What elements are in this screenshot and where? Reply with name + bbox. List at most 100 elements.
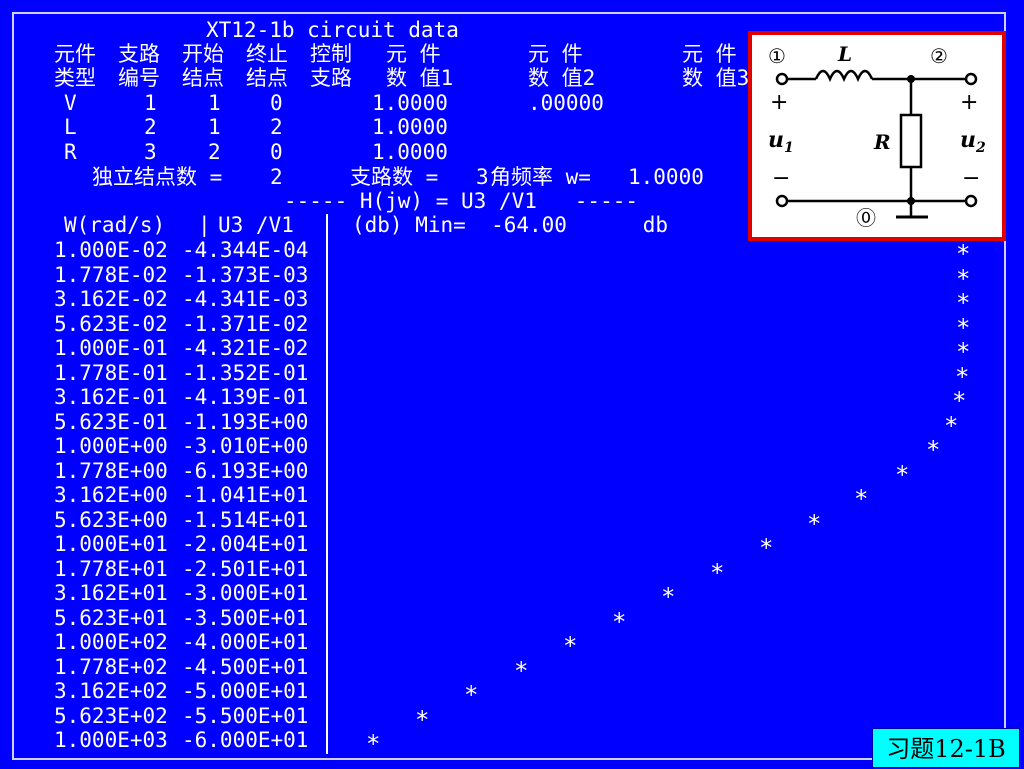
table-cell-frequency: 5.623E-01 xyxy=(54,409,168,434)
table-cell-frequency: 3.162E+02 xyxy=(54,679,168,703)
nodes-label: 独立结点数 = xyxy=(92,165,223,189)
table-cell-frequency: 1.000E+00 xyxy=(54,434,168,458)
table-cell-frequency: 5.623E+02 xyxy=(54,703,168,728)
freq-label: 角频率 w= xyxy=(490,165,591,189)
element-type: R xyxy=(64,140,77,164)
header-cell: 类型 xyxy=(54,66,96,90)
table-cell-gain: -4.321E-02 xyxy=(182,336,309,360)
plot-point: * xyxy=(956,240,971,268)
node-2-label: ② xyxy=(930,44,948,68)
nodes-value: 2 xyxy=(270,165,283,189)
table-cell-frequency: 1.000E+02 xyxy=(54,630,168,654)
element-value1: 1.0000 xyxy=(372,115,448,139)
plot-point: * xyxy=(926,436,941,464)
table-cell-frequency: 3.162E+01 xyxy=(54,581,168,605)
terminal-1-circle xyxy=(775,72,789,86)
u1-minus: − xyxy=(772,166,790,191)
element-type: L xyxy=(64,115,77,139)
transfer-title: ----- H(jw) = U3 /V1 ----- xyxy=(284,189,639,213)
inductor-symbol xyxy=(814,69,874,83)
table-cell-frequency: 1.778E+01 xyxy=(54,556,168,581)
terminal-1b-circle xyxy=(775,194,789,208)
table-cell-gain: -3.010E+00 xyxy=(182,434,309,458)
plot-point: * xyxy=(854,485,869,513)
plot-point: * xyxy=(563,632,578,660)
element-type: V xyxy=(64,91,77,115)
branches-label: 支路数 = xyxy=(350,165,439,189)
plot-axis-line xyxy=(326,214,328,754)
header-cell: 结点 xyxy=(246,66,288,90)
table-cell-gain: -1.041E+01 xyxy=(182,483,309,507)
plot-point: * xyxy=(464,681,479,709)
element-start: 1 xyxy=(208,91,221,115)
plot-point: * xyxy=(952,387,967,415)
table-cell-gain: -5.500E+01 xyxy=(182,703,309,728)
table-cell-gain: -4.341E-03 xyxy=(182,287,309,311)
u2-label: u2 xyxy=(960,127,986,156)
table-cell-gain: -6.193E+00 xyxy=(182,458,309,483)
header-cell: 支路 xyxy=(118,42,160,66)
node-0-label: ⓪ xyxy=(856,206,876,230)
table-cell-frequency: 1.000E+03 xyxy=(54,728,168,752)
element-end: 0 xyxy=(270,91,283,115)
header-cell: 数 值1 xyxy=(386,66,454,90)
table-cell-gain: -6.000E+01 xyxy=(182,728,309,752)
u2-plus: + xyxy=(960,90,978,115)
header-cell: 元 件 xyxy=(386,42,441,66)
header-cell: 数 值2 xyxy=(528,66,596,90)
element-branch: 1 xyxy=(144,91,157,115)
h-column-header: U3 /V1 xyxy=(218,213,294,237)
element-value1: 1.0000 xyxy=(372,91,448,115)
table-cell-frequency: 1.778E-01 xyxy=(54,360,168,385)
circuit-svg: ① L ② + + u1 u2 R − − ⓪ xyxy=(768,42,986,230)
table-cell-gain: -3.000E+01 xyxy=(182,581,309,605)
header-cell: 终止 xyxy=(246,42,288,66)
header-cell: 数 值3 xyxy=(682,66,750,90)
table-cell-gain: -1.352E-01 xyxy=(182,360,309,385)
element-end: 2 xyxy=(270,115,283,139)
inductor-label: L xyxy=(837,42,852,66)
plot-point: * xyxy=(366,730,381,758)
table-cell-gain: -1.514E+01 xyxy=(182,507,309,532)
divider-mark: | xyxy=(198,213,211,237)
plot-point: * xyxy=(895,460,910,489)
db-range-text: (db) Min= -64.00 db Ma xyxy=(352,213,782,237)
table-cell-gain: -4.139E-01 xyxy=(182,385,309,409)
table-cell-frequency: 3.162E-02 xyxy=(54,287,168,311)
table-cell-gain: -5.000E+01 xyxy=(182,679,309,703)
element-branch: 2 xyxy=(144,115,157,139)
table-cell-gain: -1.371E-02 xyxy=(182,311,309,336)
header-cell: 元件 xyxy=(54,42,96,66)
terminal-2-circle xyxy=(964,72,978,86)
table-cell-frequency: 3.162E+00 xyxy=(54,483,168,507)
plot-point: * xyxy=(955,362,970,391)
header-cell: 元 件 xyxy=(528,42,583,66)
plot-point: * xyxy=(710,558,725,587)
element-branch: 3 xyxy=(144,140,157,164)
table-cell-gain: -4.344E-04 xyxy=(182,238,309,262)
table-cell-frequency: 1.000E+01 xyxy=(54,532,168,556)
table-cell-gain: -4.500E+01 xyxy=(182,654,309,679)
u1-label: u1 xyxy=(768,127,794,156)
element-end: 0 xyxy=(270,140,283,164)
header-cell: 支路 xyxy=(310,66,352,90)
table-cell-frequency: 1.778E-02 xyxy=(54,262,168,287)
table-cell-frequency: 1.778E+02 xyxy=(54,654,168,679)
terminal-2b-circle xyxy=(964,194,978,208)
element-start: 2 xyxy=(208,140,221,164)
page-title: XT12-1b circuit data xyxy=(206,18,459,42)
element-value1: 1.0000 xyxy=(372,140,448,164)
plot-point: * xyxy=(956,264,971,293)
plot-point: * xyxy=(612,607,627,636)
table-cell-gain: -2.501E+01 xyxy=(182,556,309,581)
node-1-label: ① xyxy=(768,44,786,68)
table-cell-gain: -2.004E+01 xyxy=(182,532,309,556)
plot-point: * xyxy=(956,338,971,366)
plot-point: * xyxy=(956,313,971,342)
plot-point: * xyxy=(415,705,430,734)
plot-point: * xyxy=(514,656,529,685)
circuit-diagram: ① L ② + + u1 u2 R − − ⓪ xyxy=(748,31,1006,241)
header-cell: 元 件 xyxy=(682,42,737,66)
plot-point: * xyxy=(956,289,971,317)
table-cell-frequency: 1.000E-01 xyxy=(54,336,168,360)
